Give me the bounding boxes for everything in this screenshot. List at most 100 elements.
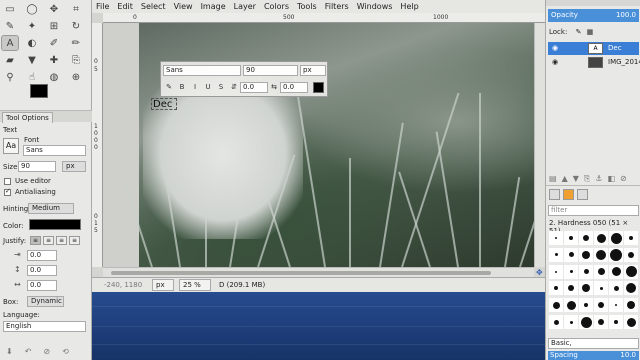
- overlay-kerning-input[interactable]: 0.0: [280, 82, 308, 93]
- color-picker-icon[interactable]: ⚲: [2, 70, 18, 84]
- brush-cell[interactable]: [609, 315, 623, 330]
- hinting-select[interactable]: Medium: [28, 203, 74, 214]
- lower-layer-icon[interactable]: ▼: [573, 174, 579, 184]
- save-options-icon[interactable]: ⬇: [6, 347, 13, 356]
- visibility-eye-icon[interactable]: ◉: [552, 56, 558, 69]
- rotate-icon[interactable]: ↻: [68, 19, 84, 33]
- brush-cell[interactable]: [609, 281, 623, 296]
- restore-options-icon[interactable]: ↶: [25, 347, 32, 356]
- menu-image[interactable]: Image: [197, 0, 230, 13]
- zoom-select[interactable]: 25 %: [179, 279, 211, 291]
- brush-filter-input[interactable]: filter: [548, 205, 639, 216]
- free-select-icon[interactable]: ✎: [2, 19, 18, 33]
- menu-colors[interactable]: Colors: [260, 0, 293, 13]
- menu-windows[interactable]: Windows: [353, 0, 397, 13]
- duplicate-layer-icon[interactable]: ⎘: [584, 174, 590, 184]
- font-preview-icon[interactable]: Aa: [3, 138, 19, 154]
- lock-alpha-icon[interactable]: ▦: [587, 28, 594, 36]
- unit-select[interactable]: px: [152, 279, 174, 291]
- brush-cell[interactable]: [564, 231, 578, 245]
- brush-cell[interactable]: [594, 247, 608, 262]
- language-input[interactable]: English: [3, 321, 86, 332]
- use-editor-checkbox[interactable]: [4, 178, 11, 185]
- fuzzy-select-icon[interactable]: ✦: [24, 19, 40, 33]
- brush-cell[interactable]: [624, 247, 638, 262]
- mask-layer-icon[interactable]: ◧: [607, 174, 615, 184]
- horizontal-scrollbar[interactable]: [103, 267, 534, 277]
- brush-cell[interactable]: [579, 298, 593, 313]
- text-color-button[interactable]: [29, 219, 81, 230]
- brush-cell[interactable]: [594, 298, 608, 313]
- brush-cell[interactable]: [579, 264, 593, 279]
- overlay-baseline-input[interactable]: 0.0: [240, 82, 268, 93]
- delete-layer-icon[interactable]: ⊘: [620, 174, 627, 184]
- menu-select[interactable]: Select: [137, 0, 170, 13]
- brush-cell[interactable]: [624, 264, 638, 279]
- overlay-color-swatch[interactable]: [313, 82, 324, 93]
- new-layer-icon[interactable]: ▤: [549, 174, 557, 184]
- brush-cell[interactable]: [564, 315, 578, 330]
- canvas-area[interactable]: Sans 90 px ✎ B I U S ⇵ 0.0 ⇆ 0.0 Dec: [103, 23, 545, 267]
- opacity-slider[interactable]: Opacity 100.0: [548, 9, 639, 22]
- paintbrush-icon[interactable]: ✐: [46, 36, 62, 50]
- box-select[interactable]: Dynamic: [27, 296, 64, 307]
- overlay-unit-select[interactable]: px: [300, 65, 326, 76]
- visibility-eye-icon[interactable]: ◉: [552, 42, 558, 55]
- brush-cell[interactable]: [594, 264, 608, 279]
- antialiasing-checkbox[interactable]: [4, 187, 11, 196]
- underline-icon[interactable]: U: [203, 83, 213, 92]
- anchor-layer-icon[interactable]: ⚓: [595, 174, 602, 184]
- justify-right-button[interactable]: ≡: [43, 236, 54, 245]
- brush-cell[interactable]: [549, 264, 563, 279]
- font-input[interactable]: Sans: [23, 145, 86, 156]
- brush-cell[interactable]: [609, 264, 623, 279]
- brush-cell[interactable]: [579, 231, 593, 245]
- brush-cell[interactable]: [549, 247, 563, 262]
- vertical-ruler[interactable]: 0 5 1 0 0 0 0 1 5: [92, 23, 103, 267]
- dodge-icon[interactable]: ◍: [46, 70, 62, 84]
- align-icon[interactable]: ⊞: [46, 19, 62, 33]
- vertical-scrollbar[interactable]: [534, 23, 545, 267]
- layer-name[interactable]: Dec: [608, 42, 622, 55]
- overlay-size-input[interactable]: 90: [243, 65, 298, 76]
- menu-file[interactable]: File: [92, 0, 113, 13]
- tab-tool-options[interactable]: Tool Options: [2, 112, 53, 123]
- scroll-thumb[interactable]: [111, 271, 491, 275]
- brush-cell[interactable]: [579, 315, 593, 330]
- justify-center-button[interactable]: ≡: [56, 236, 67, 245]
- raise-layer-icon[interactable]: ▲: [562, 174, 568, 184]
- brush-cell[interactable]: [564, 298, 578, 313]
- spacing-slider[interactable]: Spacing 10.0: [548, 351, 639, 360]
- brush-cell[interactable]: [579, 281, 593, 296]
- brush-cell[interactable]: [594, 231, 608, 245]
- layer-name[interactable]: IMG_20141: [608, 56, 640, 69]
- ellipse-select-icon[interactable]: ◯: [24, 2, 40, 16]
- layer-row[interactable]: ◉ A Dec: [548, 42, 639, 55]
- menu-tools[interactable]: Tools: [293, 0, 321, 13]
- menu-layer[interactable]: Layer: [230, 0, 260, 13]
- brush-cell[interactable]: [609, 298, 623, 313]
- overlay-font-input[interactable]: Sans: [163, 65, 241, 76]
- indent-input[interactable]: 0.0: [27, 250, 57, 261]
- brush-cell[interactable]: [549, 281, 563, 296]
- eraser-icon[interactable]: ▰: [2, 53, 18, 67]
- crop-icon[interactable]: ⌗: [68, 2, 84, 16]
- strikethrough-icon[interactable]: S: [216, 83, 226, 92]
- foreground-select-icon[interactable]: ◐: [24, 36, 40, 50]
- brush-cell[interactable]: [549, 231, 563, 245]
- text-tool-icon[interactable]: A: [1, 35, 19, 51]
- brushes-tab-icon[interactable]: [549, 189, 560, 200]
- patterns-tab-icon[interactable]: [563, 189, 574, 200]
- brush-cell[interactable]: [609, 231, 623, 245]
- layer-row[interactable]: ◉ IMG_20141: [548, 56, 640, 69]
- lock-pixels-icon[interactable]: ✎: [576, 28, 582, 36]
- pencil-icon[interactable]: ✏: [68, 36, 84, 50]
- clear-style-icon[interactable]: ✎: [164, 83, 174, 92]
- menu-filters[interactable]: Filters: [321, 0, 353, 13]
- zoom-icon[interactable]: ⊕: [68, 70, 84, 84]
- reset-options-icon[interactable]: ⟲: [62, 347, 69, 356]
- move-icon[interactable]: ✥: [46, 2, 62, 16]
- brush-cell[interactable]: [564, 281, 578, 296]
- italic-icon[interactable]: I: [190, 83, 200, 92]
- bucket-fill-icon[interactable]: ▼: [24, 53, 40, 67]
